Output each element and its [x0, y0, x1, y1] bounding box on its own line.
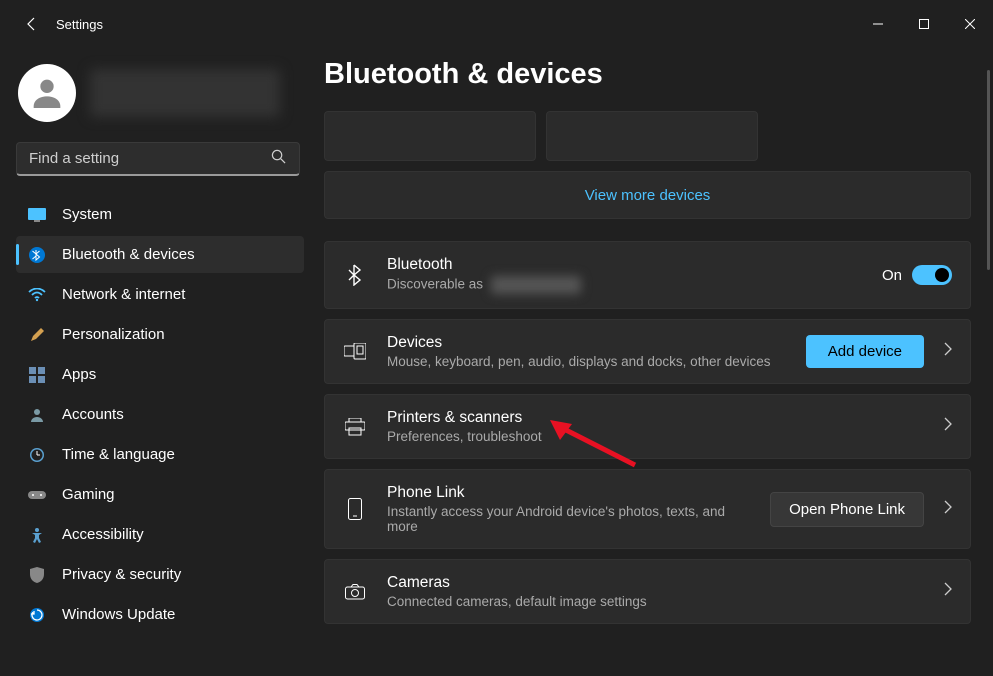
- bluetooth-icon: [28, 246, 46, 264]
- printer-icon: [343, 418, 367, 436]
- card-title: Cameras: [387, 574, 924, 592]
- nav-label: Accounts: [62, 406, 124, 423]
- main-content: Bluetooth & devices View more devices Bl…: [310, 48, 993, 676]
- app-title: Settings: [56, 17, 103, 32]
- card-body: Phone Link Instantly access your Android…: [387, 484, 750, 534]
- nav-windows-update[interactable]: Windows Update: [16, 596, 304, 633]
- chevron-right-icon: [944, 342, 952, 361]
- nav-apps[interactable]: Apps: [16, 356, 304, 393]
- nav-label: Bluetooth & devices: [62, 246, 195, 263]
- nav-list: System Bluetooth & devices Network & int…: [16, 196, 304, 633]
- phone-link-card[interactable]: Phone Link Instantly access your Android…: [324, 469, 971, 549]
- chevron-right-icon: [944, 417, 952, 436]
- card-subtitle: Connected cameras, default image setting…: [387, 594, 924, 609]
- update-icon: [28, 606, 46, 624]
- nav-bluetooth-devices[interactable]: Bluetooth & devices: [16, 236, 304, 273]
- phone-icon: [343, 498, 367, 520]
- bluetooth-card[interactable]: Bluetooth Discoverable as On: [324, 241, 971, 309]
- devices-card[interactable]: Devices Mouse, keyboard, pen, audio, dis…: [324, 319, 971, 384]
- devices-icon: [343, 343, 367, 361]
- device-card[interactable]: [324, 111, 536, 161]
- nav-label: Accessibility: [62, 526, 144, 543]
- accessibility-icon: [28, 526, 46, 544]
- nav-accessibility[interactable]: Accessibility: [16, 516, 304, 553]
- card-body: Cameras Connected cameras, default image…: [387, 574, 924, 609]
- nav-label: Privacy & security: [62, 566, 181, 583]
- back-button[interactable]: [12, 4, 52, 44]
- bluetooth-icon: [343, 264, 367, 286]
- toggle-label: On: [882, 267, 902, 284]
- avatar: [18, 64, 76, 122]
- scrollbar[interactable]: [987, 70, 990, 270]
- bluetooth-toggle-row: On: [882, 265, 952, 285]
- printers-scanners-card[interactable]: Printers & scanners Preferences, trouble…: [324, 394, 971, 459]
- maximize-button[interactable]: [901, 8, 947, 40]
- device-card[interactable]: [546, 111, 758, 161]
- page-title: Bluetooth & devices: [324, 58, 971, 91]
- search-box: [16, 142, 300, 176]
- device-cards-row: [324, 111, 971, 161]
- nav-label: Personalization: [62, 326, 165, 343]
- brush-icon: [28, 326, 46, 344]
- person-icon: [28, 406, 46, 424]
- card-body: Printers & scanners Preferences, trouble…: [387, 409, 924, 444]
- card-body: Bluetooth Discoverable as: [387, 256, 862, 294]
- search-input[interactable]: [16, 142, 300, 176]
- nav-system[interactable]: System: [16, 196, 304, 233]
- card-title: Bluetooth: [387, 256, 862, 274]
- system-icon: [28, 206, 46, 224]
- profile-section[interactable]: [16, 58, 304, 140]
- nav-label: System: [62, 206, 112, 223]
- nav-privacy[interactable]: Privacy & security: [16, 556, 304, 593]
- nav-label: Gaming: [62, 486, 115, 503]
- view-more-devices-button[interactable]: View more devices: [324, 171, 971, 219]
- wifi-icon: [28, 286, 46, 304]
- search-icon: [271, 149, 286, 169]
- nav-label: Time & language: [62, 446, 175, 463]
- window-controls: [855, 8, 993, 40]
- card-title: Devices: [387, 334, 786, 352]
- gamepad-icon: [28, 486, 46, 504]
- add-device-button[interactable]: Add device: [806, 335, 924, 368]
- card-title: Printers & scanners: [387, 409, 924, 427]
- card-subtitle: Mouse, keyboard, pen, audio, displays an…: [387, 354, 786, 369]
- card-subtitle: Discoverable as: [387, 276, 862, 294]
- close-button[interactable]: [947, 8, 993, 40]
- minimize-button[interactable]: [855, 8, 901, 40]
- nav-personalization[interactable]: Personalization: [16, 316, 304, 353]
- device-name-redacted: [491, 276, 581, 294]
- open-phone-link-button[interactable]: Open Phone Link: [770, 492, 924, 527]
- nav-network[interactable]: Network & internet: [16, 276, 304, 313]
- shield-icon: [28, 566, 46, 584]
- card-title: Phone Link: [387, 484, 750, 502]
- camera-icon: [343, 584, 367, 600]
- card-subtitle: Instantly access your Android device's p…: [387, 504, 750, 534]
- profile-name-redacted: [90, 69, 280, 117]
- bluetooth-toggle[interactable]: [912, 265, 952, 285]
- chevron-right-icon: [944, 582, 952, 601]
- view-more-label: View more devices: [585, 187, 711, 204]
- clock-icon: [28, 446, 46, 464]
- nav-label: Network & internet: [62, 286, 185, 303]
- cameras-card[interactable]: Cameras Connected cameras, default image…: [324, 559, 971, 624]
- sidebar: System Bluetooth & devices Network & int…: [0, 48, 310, 676]
- chevron-right-icon: [944, 500, 952, 519]
- apps-icon: [28, 366, 46, 384]
- nav-gaming[interactable]: Gaming: [16, 476, 304, 513]
- card-subtitle: Preferences, troubleshoot: [387, 429, 924, 444]
- nav-time-language[interactable]: Time & language: [16, 436, 304, 473]
- titlebar: Settings: [0, 0, 993, 48]
- nav-label: Windows Update: [62, 606, 175, 623]
- nav-label: Apps: [62, 366, 96, 383]
- nav-accounts[interactable]: Accounts: [16, 396, 304, 433]
- card-body: Devices Mouse, keyboard, pen, audio, dis…: [387, 334, 786, 369]
